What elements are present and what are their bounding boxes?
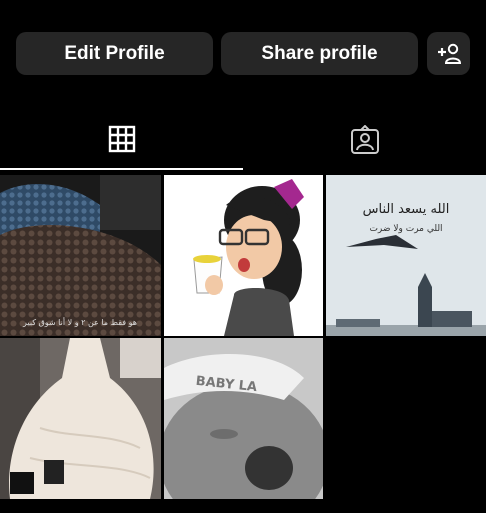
tagged-person-icon: [350, 125, 379, 154]
post-thumbnail-5[interactable]: BABY LA: [164, 338, 323, 499]
share-profile-button[interactable]: Share profile: [221, 32, 418, 75]
post-thumbnail-1[interactable]: هو فقط ما عن ٢ و لا أنا شوق كبير: [0, 175, 161, 336]
post-thumbnail-3[interactable]: الله يسعد الناس اللي مرت ولا ضرت: [326, 175, 486, 336]
share-profile-label: Share profile: [261, 42, 378, 64]
post-thumbnail-2[interactable]: [164, 175, 323, 336]
post-caption: هو فقط ما عن ٢ و لا أنا شوق كبير: [22, 317, 137, 327]
tab-posts-grid[interactable]: [0, 110, 243, 170]
post-image-dress: [0, 338, 161, 499]
post-image-knit: هو فقط ما عن ٢ و لا أنا شوق كبير: [0, 175, 161, 336]
post-image-cartoon: [164, 175, 323, 336]
post-image-baby: BABY LA: [164, 338, 323, 499]
post-image-skyline: الله يسعد الناس اللي مرت ولا ضرت: [326, 175, 486, 336]
grid-icon: [108, 125, 135, 153]
post-thumbnail-4[interactable]: [0, 338, 161, 499]
post-title: الله يسعد الناس: [363, 202, 450, 217]
tab-tagged[interactable]: [243, 110, 486, 170]
add-person-button[interactable]: [427, 32, 470, 75]
edit-profile-button[interactable]: Edit Profile: [16, 32, 213, 75]
add-person-icon: [437, 43, 461, 64]
edit-profile-label: Edit Profile: [64, 42, 165, 64]
post-subtitle: اللي مرت ولا ضرت: [369, 224, 442, 234]
